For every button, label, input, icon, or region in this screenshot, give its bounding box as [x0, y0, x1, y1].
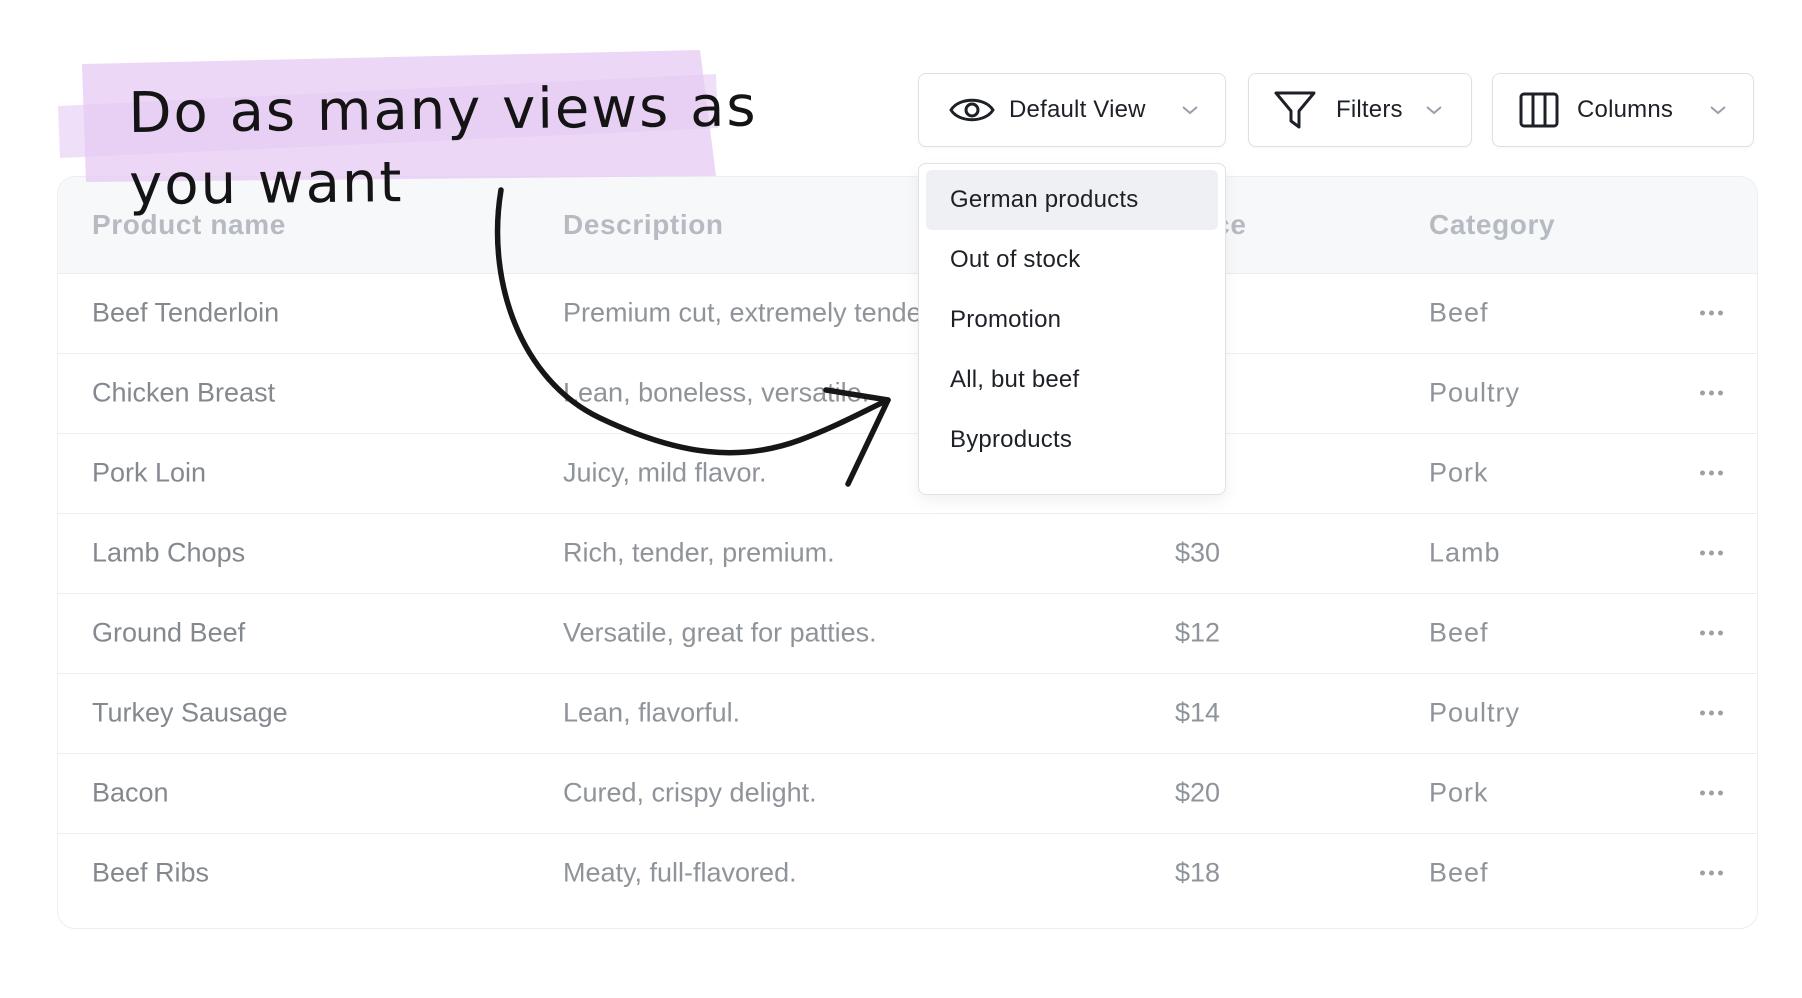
price-cell: $18 — [1175, 857, 1221, 888]
product-name-cell: Bacon — [92, 777, 169, 808]
more-horizontal-icon[interactable] — [1698, 305, 1725, 322]
menu-item-promotion[interactable]: Promotion — [926, 290, 1218, 350]
menu-item-german-products[interactable]: German products — [926, 170, 1218, 230]
category-cell: Lamb — [1429, 537, 1501, 568]
filters-button[interactable]: Filters — [1248, 73, 1472, 147]
more-horizontal-icon[interactable] — [1698, 705, 1725, 722]
product-name-cell: Lamb Chops — [92, 537, 246, 568]
filters-label: Filters — [1336, 96, 1403, 123]
product-name-cell: Beef Tenderloin — [92, 297, 280, 328]
product-name-cell: Turkey Sausage — [92, 697, 288, 728]
description-cell: Lean, flavorful. — [563, 697, 741, 728]
more-horizontal-icon[interactable] — [1698, 465, 1725, 482]
table-row[interactable]: Beef Ribs Meaty, full-flavored. $18 Beef — [58, 833, 1757, 913]
funnel-icon — [1273, 89, 1317, 131]
annotation-line-1: Do as many views as — [128, 74, 758, 146]
description-cell: Premium cut, extremely tender. — [563, 297, 937, 328]
default-view-label: Default View — [1009, 96, 1146, 123]
table-row[interactable]: Pork Loin Juicy, mild flavor. Pork — [58, 433, 1757, 514]
eye-icon — [949, 94, 995, 126]
category-cell: Beef — [1429, 617, 1489, 648]
annotation-note: Do as many views as you want — [128, 71, 759, 222]
annotation-line-2: you want — [128, 150, 404, 218]
price-cell: $20 — [1175, 777, 1221, 808]
category-cell: Beef — [1429, 297, 1489, 328]
product-name-cell: Pork Loin — [92, 457, 207, 488]
views-dropdown-menu: German products Out of stock Promotion A… — [918, 163, 1226, 495]
description-cell: Meaty, full-flavored. — [563, 857, 797, 888]
columns-icon — [1519, 92, 1559, 128]
table-row[interactable]: Bacon Cured, crispy delight. $20 Pork — [58, 753, 1757, 834]
category-cell: Beef — [1429, 857, 1489, 888]
category-cell: Pork — [1429, 457, 1489, 488]
more-horizontal-icon[interactable] — [1698, 865, 1725, 882]
table-row[interactable]: Beef Tenderloin Premium cut, extremely t… — [58, 273, 1757, 354]
category-cell: Poultry — [1429, 377, 1521, 408]
menu-item-byproducts[interactable]: Byproducts — [926, 410, 1218, 470]
more-horizontal-icon[interactable] — [1698, 545, 1725, 562]
category-cell: Pork — [1429, 777, 1489, 808]
columns-button[interactable]: Columns — [1492, 73, 1754, 147]
description-cell: Versatile, great for patties. — [563, 617, 877, 648]
table-row[interactable]: Turkey Sausage Lean, flavorful. $14 Poul… — [58, 673, 1757, 754]
column-header-category[interactable]: Category — [1429, 209, 1555, 241]
chevron-down-icon — [1709, 104, 1727, 116]
more-horizontal-icon[interactable] — [1698, 625, 1725, 642]
category-cell: Poultry — [1429, 697, 1521, 728]
chevron-down-icon — [1425, 104, 1443, 116]
more-horizontal-icon[interactable] — [1698, 385, 1725, 402]
table-row[interactable]: Chicken Breast Lean, boneless, versatile… — [58, 353, 1757, 434]
menu-item-all-but-beef[interactable]: All, but beef — [926, 350, 1218, 410]
menu-item-out-of-stock[interactable]: Out of stock — [926, 230, 1218, 290]
more-horizontal-icon[interactable] — [1698, 785, 1725, 802]
description-cell: Rich, tender, premium. — [563, 537, 835, 568]
product-name-cell: Beef Ribs — [92, 857, 210, 888]
description-cell: Cured, crispy delight. — [563, 777, 817, 808]
price-cell: $14 — [1175, 697, 1221, 728]
chevron-down-icon — [1181, 104, 1199, 116]
table-row[interactable]: Ground Beef Versatile, great for patties… — [58, 593, 1757, 674]
product-name-cell: Chicken Breast — [92, 377, 276, 408]
product-name-cell: Ground Beef — [92, 617, 246, 648]
description-cell: Juicy, mild flavor. — [563, 457, 767, 488]
price-cell: $12 — [1175, 617, 1221, 648]
price-cell: $30 — [1175, 537, 1221, 568]
columns-label: Columns — [1577, 96, 1674, 123]
default-view-button[interactable]: Default View — [918, 73, 1226, 147]
table-row[interactable]: Lamb Chops Rich, tender, premium. $30 La… — [58, 513, 1757, 594]
description-cell: Lean, boneless, versatile. — [563, 377, 870, 408]
products-table: Product name Description Price Category … — [57, 176, 1758, 929]
